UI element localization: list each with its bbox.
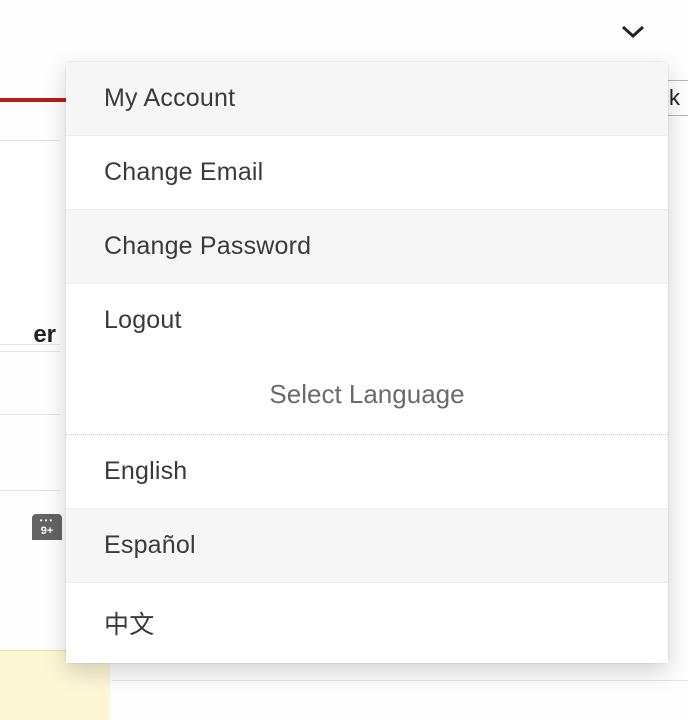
bg-divider [0,414,60,415]
menu-item-label: Change Email [104,158,263,186]
menu-item-label: English [104,457,187,485]
menu-item-change-password[interactable]: Change Password [66,210,668,284]
account-dropdown: My Account Change Email Change Password … [66,62,668,663]
menu-item-lang-english[interactable]: English [66,435,668,509]
menu-item-lang-chinese[interactable]: 中文 [66,583,668,663]
bg-divider [112,680,688,681]
account-menu-trigger[interactable] [618,18,648,48]
menu-item-label: Logout [104,306,182,334]
bg-partial-label: er [0,318,60,352]
menu-item-change-email[interactable]: Change Email [66,136,668,210]
bg-divider [0,490,60,491]
notification-badge: ••• 9+ [30,512,64,542]
menu-item-label: Español [104,531,196,559]
bg-panel [0,140,60,345]
menu-item-lang-spanish[interactable]: Español [66,509,668,583]
menu-item-my-account[interactable]: My Account [66,62,668,136]
menu-item-label: Change Password [104,232,311,260]
menu-item-label: 中文 [104,611,154,639]
menu-item-logout[interactable]: Logout [66,284,668,351]
chevron-down-icon [620,23,646,44]
menu-item-label: My Account [104,84,235,112]
menu-section-header-language: Select Language [66,351,668,435]
